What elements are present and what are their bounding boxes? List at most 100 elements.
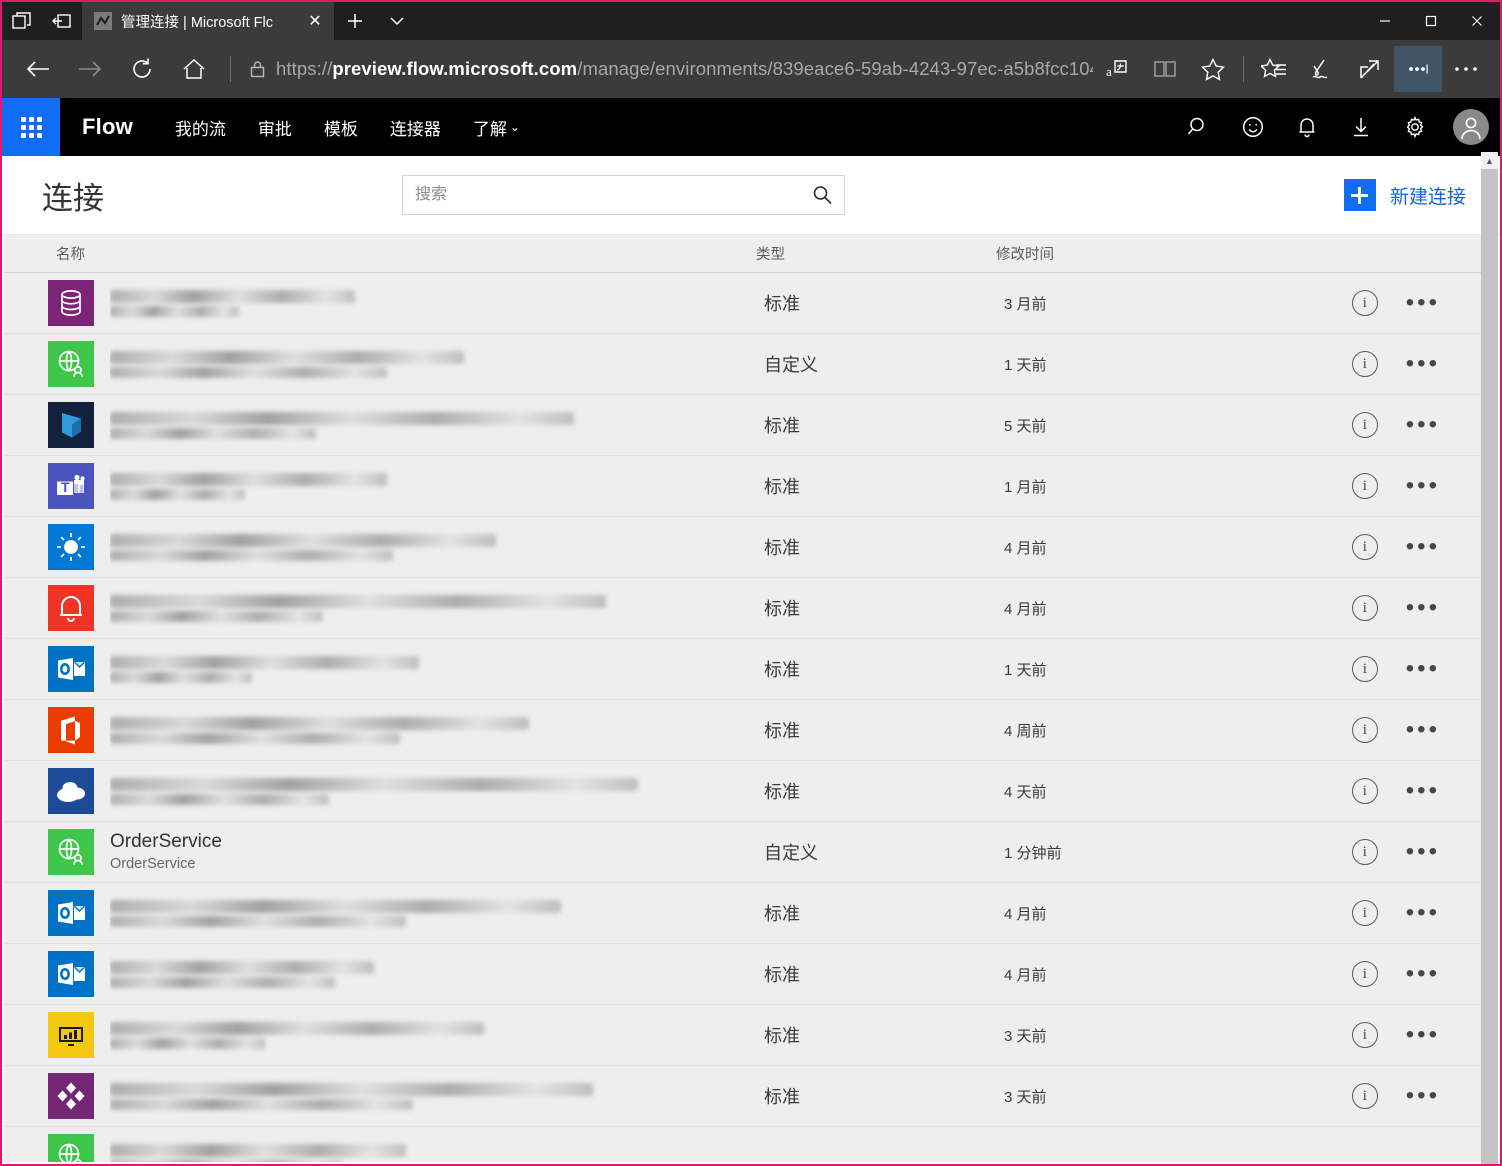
table-row[interactable] [4,1126,1498,1162]
brand-flow[interactable]: Flow [60,98,159,156]
connection-name-cell[interactable] [110,528,764,566]
more-options-icon[interactable]: ••• [1406,1091,1440,1101]
table-row[interactable]: OrderServiceOrderService自定义1 分钟前i••• [4,821,1498,882]
info-icon[interactable]: i [1352,1083,1378,1109]
more-options-icon[interactable]: ••• [1406,786,1440,796]
nav-item-learn[interactable]: 了解 ⌄ [457,98,536,156]
add-favorite-star-icon[interactable] [1189,46,1237,92]
more-options-icon[interactable]: ••• [1406,969,1440,979]
tab-preview-icon[interactable] [2,2,42,40]
nav-item-approvals[interactable]: 审批 [242,98,308,156]
connection-name-cell[interactable] [110,284,764,322]
connection-name-cell[interactable] [110,711,764,749]
share-icon[interactable] [1346,46,1394,92]
connection-name-cell[interactable] [110,406,764,444]
search-icon[interactable] [1172,98,1226,156]
info-icon[interactable]: i [1352,1022,1378,1048]
download-icon[interactable] [1334,98,1388,156]
connection-name-cell[interactable] [110,1077,764,1115]
notes-hub-icon[interactable] [1394,46,1442,92]
refresh-button[interactable] [116,46,168,92]
more-options-icon[interactable]: ••• [1406,542,1440,552]
connection-name-cell[interactable] [110,1138,764,1162]
info-icon[interactable]: i [1352,778,1378,804]
column-header-name[interactable]: 名称 [56,243,756,264]
more-options-icon[interactable]: ••• [1406,481,1440,491]
table-row[interactable]: 标准3 天前i••• [4,1004,1498,1065]
table-row[interactable]: T标准1 月前i••• [4,455,1498,516]
more-options-icon[interactable]: ••• [1406,847,1440,857]
tab-list-chevron-down-icon[interactable] [376,2,418,40]
info-icon[interactable]: i [1352,717,1378,743]
table-row[interactable]: 自定义1 天前i••• [4,333,1498,394]
table-row[interactable]: 标准3 天前i••• [4,1065,1498,1126]
more-options-icon[interactable]: ••• [1406,908,1440,918]
info-icon[interactable]: i [1352,412,1378,438]
address-bar[interactable]: https://preview.flow.microsoft.com/manag… [241,46,1093,92]
table-row[interactable]: 标准4 周前i••• [4,699,1498,760]
forward-button[interactable] [64,46,116,92]
more-options-icon[interactable]: ••• [1406,603,1440,613]
vertical-scrollbar[interactable]: ▲ [1481,152,1498,1162]
new-connection-button[interactable]: 新建连接 [1344,179,1466,211]
translate-icon[interactable]: a [1093,46,1141,92]
info-icon[interactable]: i [1352,534,1378,560]
connection-name-cell[interactable] [110,1016,764,1054]
account-avatar[interactable] [1442,98,1500,156]
table-row[interactable]: 标准5 天前i••• [4,394,1498,455]
connection-name-cell[interactable] [110,589,764,627]
connection-name-cell[interactable] [110,345,764,383]
info-icon[interactable]: i [1352,656,1378,682]
info-icon[interactable]: i [1352,961,1378,987]
connection-name-cell[interactable] [110,955,764,993]
info-icon[interactable]: i [1352,595,1378,621]
web-note-pen-icon[interactable] [1298,46,1346,92]
notifications-bell-icon[interactable] [1280,98,1334,156]
info-icon[interactable]: i [1352,351,1378,377]
column-header-type[interactable]: 类型 [756,243,996,264]
new-tab-button[interactable] [334,2,376,40]
app-launcher-waffle-icon[interactable] [2,98,60,156]
scroll-up-arrow-icon[interactable]: ▲ [1481,152,1498,169]
connection-name-cell[interactable] [110,772,764,810]
table-row[interactable]: 标准4 月前i••• [4,577,1498,638]
connection-name-cell[interactable] [110,467,764,505]
info-icon[interactable]: i [1352,900,1378,926]
more-options-icon[interactable]: ••• [1406,1030,1440,1040]
info-icon[interactable]: i [1352,290,1378,316]
connection-name-cell[interactable]: OrderServiceOrderService [110,830,764,874]
table-row[interactable]: 标准4 月前i••• [4,882,1498,943]
back-button[interactable] [12,46,64,92]
search-box[interactable] [402,175,845,215]
table-row[interactable]: 标准4 月前i••• [4,943,1498,1004]
table-row[interactable]: 标准4 月前i••• [4,516,1498,577]
minimize-button[interactable] [1362,2,1408,40]
table-row[interactable]: 标准4 天前i••• [4,760,1498,821]
search-submit-icon[interactable] [800,176,844,214]
connection-name-cell[interactable] [110,650,764,688]
browser-settings-more-icon[interactable] [1442,46,1490,92]
maximize-button[interactable] [1408,2,1454,40]
search-input[interactable] [403,176,800,214]
close-button[interactable] [1454,2,1500,40]
settings-gear-icon[interactable] [1388,98,1442,156]
nav-item-templates[interactable]: 模板 [308,98,374,156]
browser-tab[interactable]: 管理连接 | Microsoft Flc ✕ [82,2,334,40]
more-options-icon[interactable]: ••• [1406,420,1440,430]
reading-view-icon[interactable] [1141,46,1189,92]
nav-item-my-flows[interactable]: 我的流 [159,98,242,156]
nav-item-connectors[interactable]: 连接器 [374,98,457,156]
more-options-icon[interactable]: ••• [1406,725,1440,735]
column-header-modified[interactable]: 修改时间 [996,243,1296,264]
more-options-icon[interactable]: ••• [1406,359,1440,369]
more-options-icon[interactable]: ••• [1406,298,1440,308]
close-tab-icon[interactable]: ✕ [304,13,326,29]
more-options-icon[interactable]: ••• [1406,664,1440,674]
table-row[interactable]: 标准1 天前i••• [4,638,1498,699]
info-icon[interactable]: i [1352,839,1378,865]
feedback-smiley-icon[interactable] [1226,98,1280,156]
table-row[interactable]: 标准3 月前i••• [4,272,1498,333]
info-icon[interactable]: i [1352,473,1378,499]
home-button[interactable] [168,46,220,92]
favorites-hub-icon[interactable] [1250,46,1298,92]
